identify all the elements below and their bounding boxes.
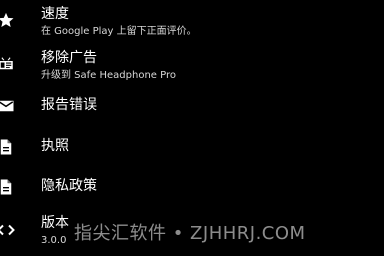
document-icon (0, 138, 15, 156)
license-title: 执照 (41, 138, 69, 154)
rate-app-item[interactable]: 速度 在 Google Play 上留下正面评价。 (0, 4, 384, 38)
remove-ads-subtitle: 升级到 Safe Headphone Pro (41, 70, 176, 81)
privacy-policy-title: 隐私政策 (41, 178, 97, 194)
watermark-text: 指尖汇软件 • ZJHHRJ.COM (74, 223, 306, 244)
rate-app-title: 速度 (41, 6, 69, 22)
version-title: 版本 (41, 215, 69, 231)
privacy-policy-item[interactable]: 隐私政策 (0, 175, 384, 199)
version-number: 3.0.0 (41, 235, 67, 246)
report-bug-item[interactable]: 报告错误 (0, 94, 384, 118)
remove-ads-title: 移除广告 (41, 50, 97, 66)
document-icon (0, 178, 15, 196)
ad-remove-icon (0, 55, 15, 73)
code-icon (0, 221, 15, 239)
report-bug-title: 报告错误 (41, 97, 97, 113)
about-settings-screen: 速度 在 Google Play 上留下正面评价。 移除广告 升级到 Safe … (0, 0, 384, 256)
star-icon (0, 11, 15, 29)
license-item[interactable]: 执照 (0, 135, 384, 159)
rate-app-subtitle: 在 Google Play 上留下正面评价。 (41, 26, 197, 37)
remove-ads-item[interactable]: 移除广告 升级到 Safe Headphone Pro (0, 48, 384, 82)
email-icon (0, 97, 15, 115)
